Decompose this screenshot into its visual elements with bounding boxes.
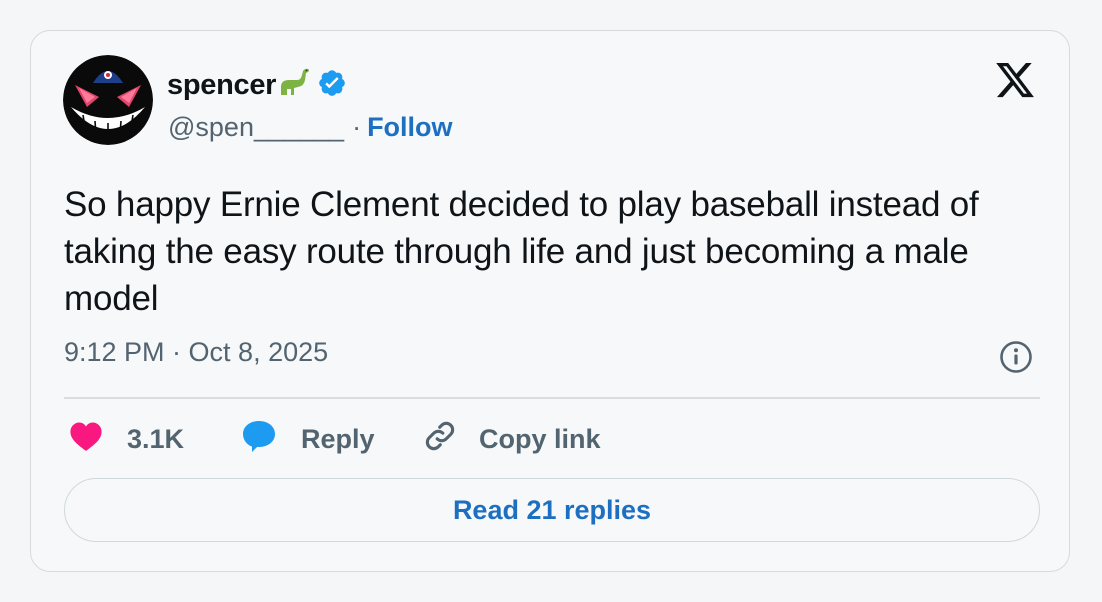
info-icon[interactable] bbox=[999, 340, 1033, 374]
tweet-timestamp[interactable]: 9:12 PM · Oct 8, 2025 bbox=[64, 337, 328, 368]
author-display-name[interactable]: spencer bbox=[167, 69, 276, 102]
like-count: 3.1K bbox=[127, 423, 185, 454]
speech-bubble-icon bbox=[241, 419, 277, 460]
avatar[interactable] bbox=[63, 55, 153, 145]
x-logo-icon[interactable] bbox=[993, 59, 1037, 101]
divider bbox=[64, 397, 1040, 399]
like-button[interactable]: 3.1K bbox=[69, 421, 184, 457]
author-handle-row: @spen______ · Follow bbox=[168, 109, 453, 145]
heart-icon bbox=[69, 420, 103, 459]
read-replies-button[interactable]: Read 21 replies bbox=[64, 478, 1040, 542]
verified-badge-icon[interactable] bbox=[317, 68, 347, 103]
reply-button[interactable]: Reply bbox=[241, 419, 375, 460]
author-name-row: spencer bbox=[167, 67, 347, 103]
sauropod-dinosaur-icon bbox=[278, 66, 312, 105]
copy-link-label: Copy link bbox=[479, 423, 601, 454]
avatar-image bbox=[63, 55, 153, 145]
separator-dot: · bbox=[352, 111, 362, 142]
tweet-embed-card: spencer @spen______ · Follow So happy Er… bbox=[30, 30, 1070, 572]
link-icon bbox=[423, 419, 457, 460]
author-handle[interactable]: @spen______ bbox=[168, 112, 344, 143]
follow-button[interactable]: Follow bbox=[367, 112, 452, 143]
copy-link-button[interactable]: Copy link bbox=[423, 421, 601, 457]
reply-label: Reply bbox=[301, 423, 375, 454]
tweet-text: So happy Ernie Clement decided to play b… bbox=[64, 185, 979, 318]
